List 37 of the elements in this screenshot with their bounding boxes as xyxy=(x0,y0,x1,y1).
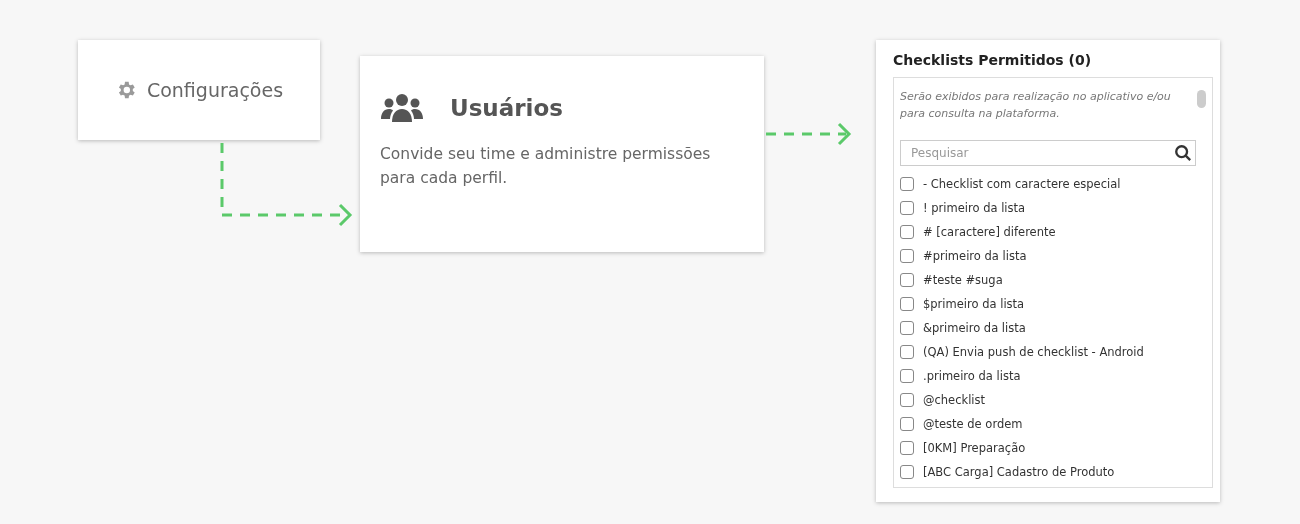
users-description: Convide seu time e administre permissões para cada perfil. xyxy=(380,144,712,189)
checkbox[interactable] xyxy=(900,369,914,383)
checkbox[interactable] xyxy=(900,417,914,431)
checkbox[interactable] xyxy=(900,345,914,359)
scrollbar-thumb[interactable] xyxy=(1197,90,1206,108)
checkbox[interactable] xyxy=(900,249,914,263)
checklist-label[interactable]: &primeiro da lista xyxy=(923,321,1026,335)
checklist-label[interactable]: .primeiro da lista xyxy=(923,369,1021,383)
checklist-label[interactable]: (QA) Envia push de checklist - Android xyxy=(923,345,1144,359)
checkbox[interactable] xyxy=(900,273,914,287)
checkbox[interactable] xyxy=(900,225,914,239)
settings-card[interactable]: Configurações xyxy=(78,40,320,140)
checklist-label[interactable]: [0KM] Preparação xyxy=(923,441,1026,455)
search-icon[interactable] xyxy=(1174,144,1192,162)
checkbox[interactable] xyxy=(900,297,914,311)
users-icon xyxy=(380,92,424,124)
checkbox[interactable] xyxy=(900,393,914,407)
checkbox[interactable] xyxy=(900,441,914,455)
checkbox[interactable] xyxy=(900,465,914,479)
search-field[interactable]: Pesquisar xyxy=(900,140,1196,166)
checkbox[interactable] xyxy=(900,321,914,335)
checkbox[interactable] xyxy=(900,201,914,215)
panel-title: Checklists Permitidos (0) xyxy=(893,52,1093,68)
checklist-label[interactable]: - Checklist com caractere especial xyxy=(923,177,1121,191)
users-card[interactable]: Usuários Convide seu time e administre permissões para cada perfil. xyxy=(360,56,764,252)
checkbox[interactable] xyxy=(900,177,914,191)
checklist-label[interactable]: #teste #suga xyxy=(923,273,1003,287)
users-title: Usuários xyxy=(450,95,563,121)
checklist-label[interactable]: @teste de ordem xyxy=(923,417,1023,431)
hint-text: Serão exibidos para realização no aplicativo e/ou para consulta na plataforma. xyxy=(900,89,1172,122)
checklist-label[interactable]: $primeiro da lista xyxy=(923,297,1025,311)
checklist-label[interactable]: @checklist xyxy=(923,393,986,407)
checklist-label[interactable]: ! primeiro da lista xyxy=(923,201,1026,215)
checklist-label[interactable]: [ABC Carga] Cadastro de Produto xyxy=(923,465,1115,479)
checklist-label[interactable]: #primeiro da lista xyxy=(923,249,1027,263)
settings-label: Configurações xyxy=(146,79,284,101)
checklist-label[interactable]: # [caractere] diferente xyxy=(923,225,1056,239)
